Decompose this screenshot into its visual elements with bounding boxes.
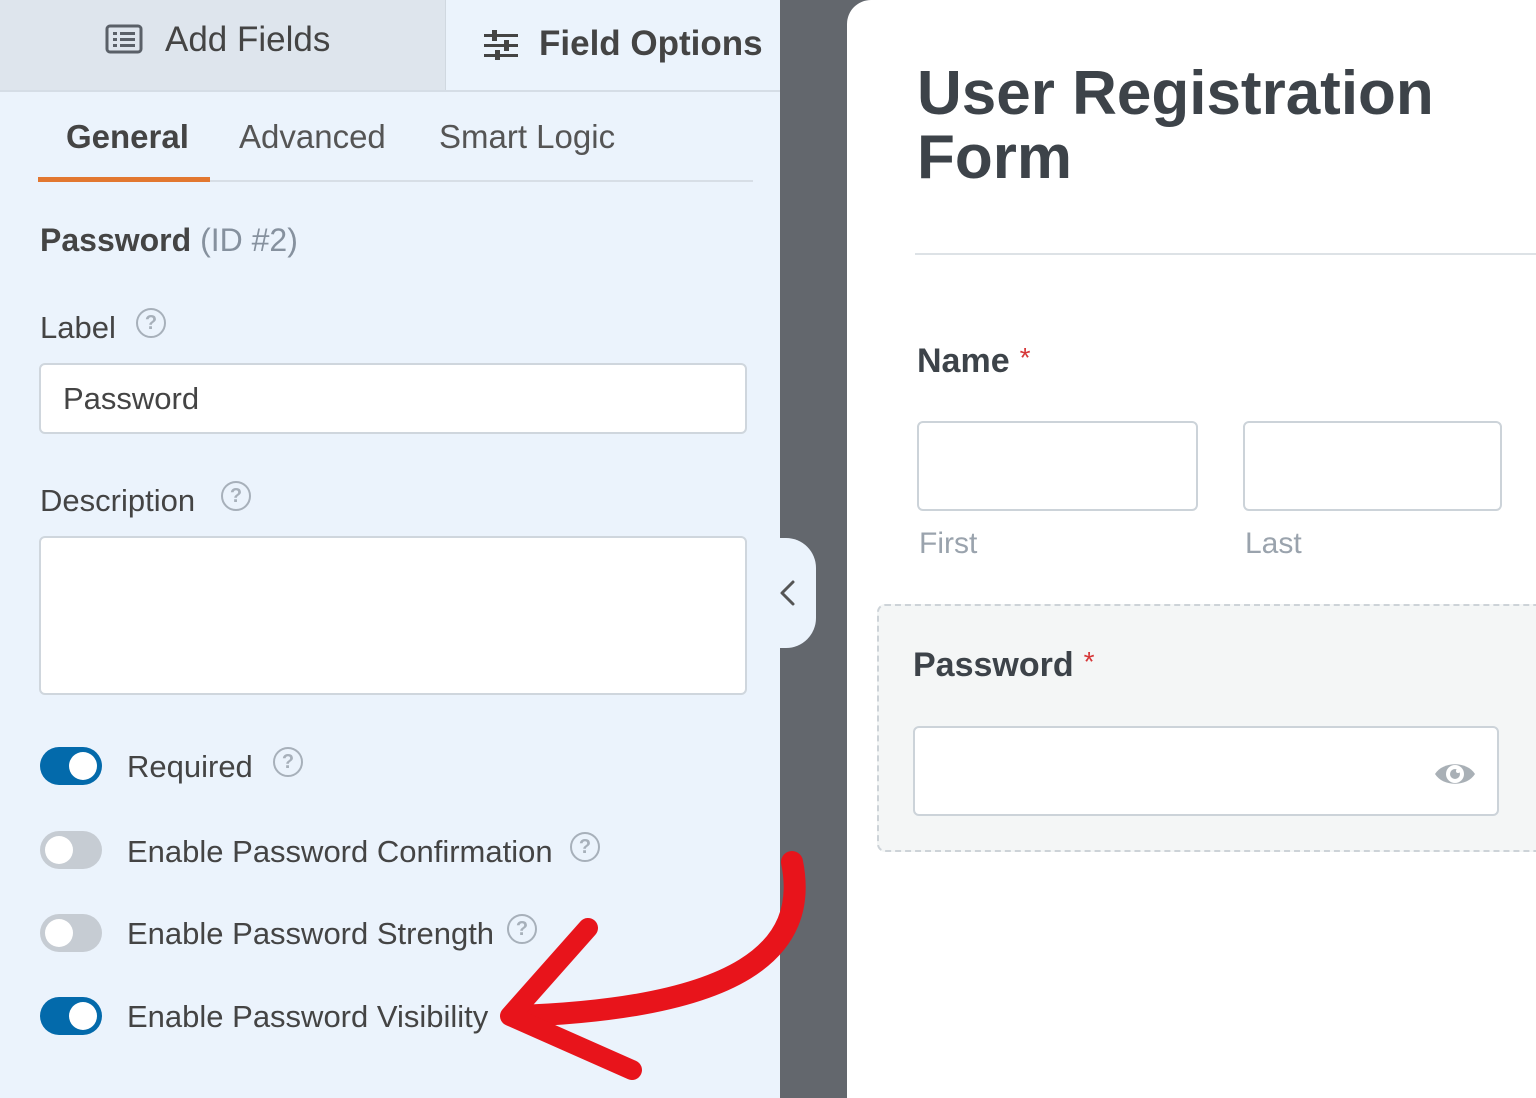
field-heading: Password (ID #2) [40,222,298,259]
form-title: User Registration Form [917,59,1434,192]
question-circle-icon[interactable]: ? [136,308,166,338]
sliders-icon [484,30,518,60]
password-label-text: Password [913,646,1074,684]
password-field-preview[interactable]: Password * [877,604,1536,852]
label-option-title: Label [40,310,116,345]
toggle-knob [45,919,73,947]
field-type-name: Password [40,222,192,258]
toggle-password-strength[interactable] [40,914,102,952]
subtab-advanced[interactable]: Advanced [239,118,386,156]
chevron-left-icon [780,580,795,606]
last-sublabel: Last [1245,527,1302,560]
list-icon [105,24,143,54]
title-divider [915,253,1536,255]
description-option-title: Description [40,483,196,518]
tab-add-fields-label: Add Fields [165,20,331,59]
active-tab-indicator [38,177,210,182]
toggle-knob [45,836,73,864]
toggle-knob [69,1002,97,1030]
form-preview: User Registration Form Name * First Last … [847,0,1536,1098]
subtab-smart-logic[interactable]: Smart Logic [439,118,615,156]
label-input[interactable] [39,363,747,434]
question-circle-icon[interactable]: ? [221,481,251,511]
required-indicator: * [1019,342,1031,373]
toggle-password-strength-label: Enable Password Strength [127,916,495,951]
required-indicator: * [1083,646,1095,677]
toggle-password-confirmation[interactable] [40,831,102,869]
first-sublabel: First [919,527,978,560]
options-subtabs: General Advanced Smart Logic [38,100,753,182]
eye-icon[interactable] [1433,758,1477,790]
last-name-input[interactable] [1243,421,1502,511]
toggle-password-visibility[interactable] [40,997,102,1035]
toggle-required[interactable] [40,747,102,785]
toggle-required-label: Required [127,749,253,784]
field-id: (ID #2) [200,222,298,258]
toggle-knob [69,752,97,780]
password-field-label: Password * [913,646,1095,685]
collapse-panel-button[interactable] [770,538,816,648]
tab-add-fields[interactable]: Add Fields [0,0,446,90]
builder-tabs: Add Fields Field Options [0,0,780,92]
first-name-input[interactable] [917,421,1198,511]
tab-field-options-label: Field Options [539,24,763,63]
question-circle-icon[interactable]: ? [273,747,303,777]
description-input[interactable] [39,536,747,695]
name-field-label[interactable]: Name * [917,342,1031,381]
password-input[interactable] [913,726,1499,816]
toggle-password-visibility-label: Enable Password Visibility [127,999,489,1034]
subtab-general[interactable]: General [66,118,189,156]
name-label-text: Name [917,342,1010,380]
tab-field-options[interactable]: Field Options [446,0,780,90]
annotation-arrow [500,851,806,1080]
